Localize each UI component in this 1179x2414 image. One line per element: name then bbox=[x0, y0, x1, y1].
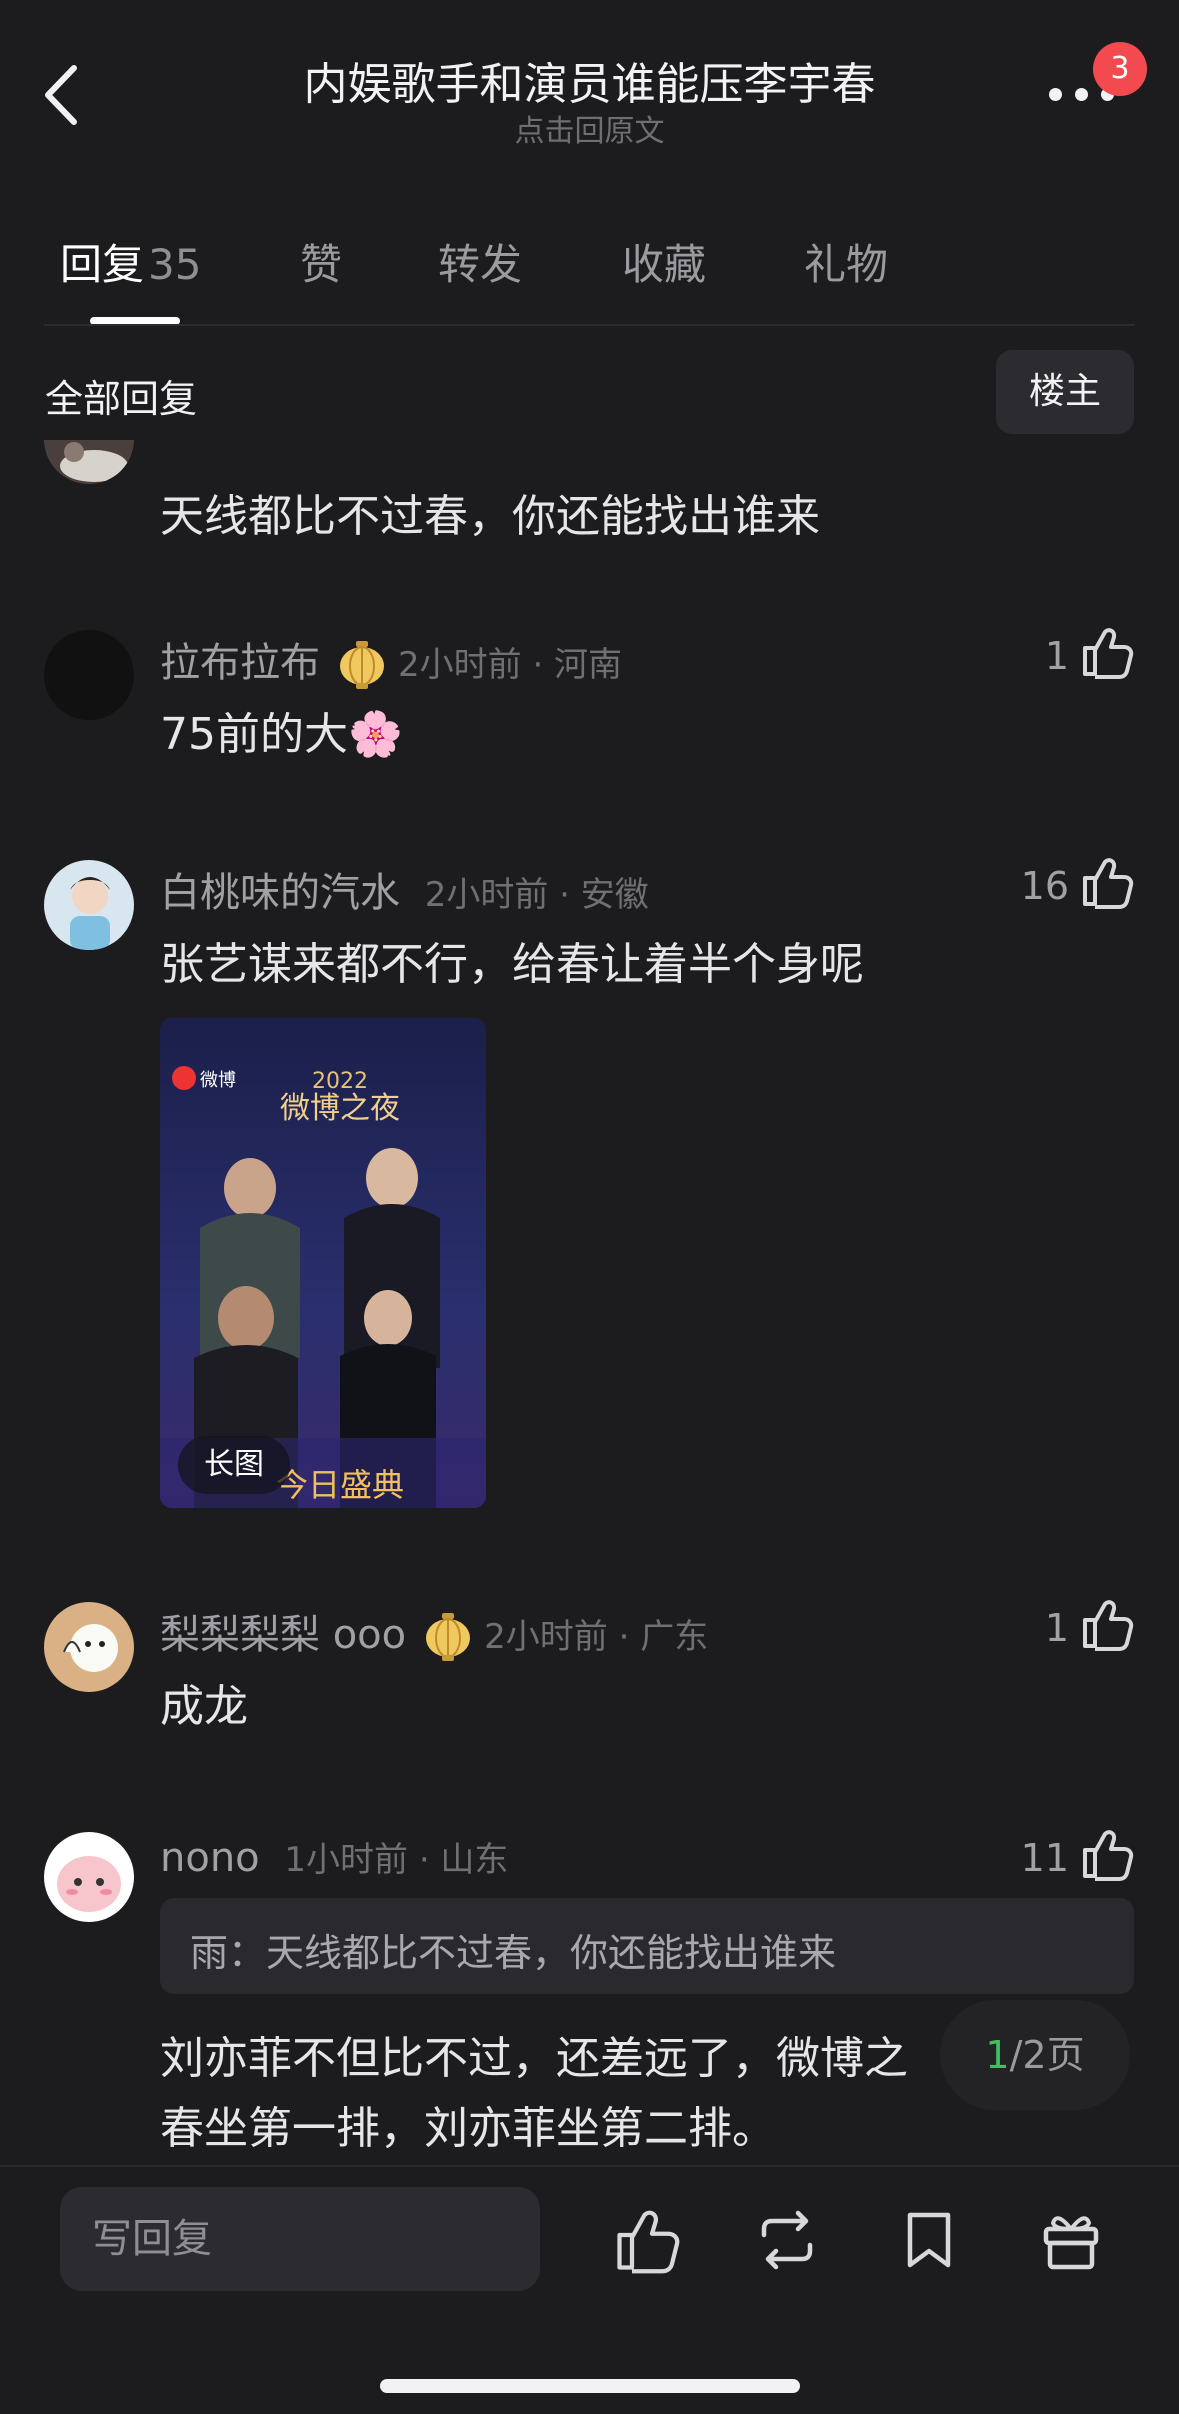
comment-item[interactable]: 梨梨梨梨 ooo 2小时前 · 广东 1 成龙 bbox=[0, 1600, 1179, 1742]
like-button[interactable]: 1 bbox=[935, 1596, 1135, 1656]
top-nav-bar: 内娱歌手和演员谁能压李宇春 点击回原文 3 bbox=[0, 0, 1179, 170]
avatar[interactable] bbox=[44, 1602, 134, 1692]
gift-button[interactable] bbox=[1036, 2205, 1106, 2275]
comment-text: 天线都比不过春，你还能找出谁来 bbox=[160, 491, 820, 542]
back-to-original-link[interactable]: 点击回原文 bbox=[0, 106, 1179, 150]
avatar-image bbox=[44, 860, 134, 950]
gift-icon bbox=[1043, 2216, 1099, 2270]
repost-button[interactable] bbox=[752, 2205, 822, 2275]
comment-meta: 2小时前 · 河南 bbox=[398, 645, 623, 685]
avatar[interactable] bbox=[44, 860, 134, 950]
comment-text: 成龙 bbox=[160, 1681, 248, 1732]
poster-event: 微博之夜 bbox=[280, 1091, 400, 1126]
like-icon bbox=[617, 2210, 680, 2274]
username[interactable]: 白桃味的汽水 bbox=[160, 870, 400, 916]
like-button[interactable]: 1 bbox=[935, 624, 1135, 684]
comment-item[interactable]: 拉布拉布 2小时前 · 河南 1 75前的大🌸 bbox=[0, 628, 1179, 770]
comment-list: 天线都比不过春，你还能找出谁来 拉布拉布 2小时前 · 河南 1 75前的大🌸 bbox=[0, 440, 1179, 2165]
current-page: 1 bbox=[985, 2033, 1010, 2077]
avatar-image bbox=[44, 1832, 134, 1922]
thumbs-up-icon bbox=[1083, 1600, 1134, 1651]
op-only-button[interactable]: 楼主 bbox=[996, 350, 1134, 434]
dot-icon bbox=[1049, 88, 1062, 101]
repost-icon bbox=[761, 2210, 813, 2270]
comment-text-line: 刘亦菲不但比不过，还差远了，微博之 bbox=[160, 2033, 908, 2084]
divider bbox=[44, 324, 1135, 326]
like-count: 16 bbox=[1020, 864, 1069, 908]
thumbs-up-icon bbox=[1083, 1830, 1134, 1881]
poster-brand: 微博 bbox=[200, 1070, 236, 1091]
tab-count: 35 bbox=[148, 240, 202, 289]
avatar-image bbox=[44, 440, 134, 484]
like-post-button[interactable] bbox=[612, 2205, 682, 2275]
total-pages: /2页 bbox=[1009, 2033, 1085, 2077]
tab-bar: 回复35 赞 转发 收藏 礼物 bbox=[0, 225, 1179, 325]
avatar-image bbox=[44, 1602, 134, 1692]
comment-header: 白桃味的汽水 2小时前 · 安徽 bbox=[160, 860, 649, 918]
lantern-medal-icon bbox=[426, 1613, 471, 1661]
username[interactable]: 拉布拉布 bbox=[160, 640, 320, 686]
quoted-reply[interactable]: 雨：天线都比不过春，你还能找出谁来 bbox=[160, 1898, 1134, 1994]
bookmark-button[interactable] bbox=[894, 2205, 964, 2275]
username[interactable]: 梨梨梨梨 ooo bbox=[160, 1612, 406, 1658]
comment-meta: 1小时前 · 山东 bbox=[284, 1840, 509, 1880]
notification-badge: 3 bbox=[1093, 42, 1147, 96]
dot-icon bbox=[1075, 88, 1088, 101]
like-button[interactable]: 11 bbox=[935, 1826, 1135, 1886]
username[interactable]: nono bbox=[160, 1835, 260, 1881]
comment-meta: 2小时前 · 广东 bbox=[484, 1617, 709, 1657]
comment-meta: 2小时前 · 安徽 bbox=[424, 875, 649, 915]
bottom-action-bar: 写回复 bbox=[0, 2165, 1179, 2414]
like-count: 1 bbox=[1044, 634, 1069, 678]
comment-text: 张艺谋来都不行，给春让着半个身呢 bbox=[160, 939, 864, 990]
comment-image[interactable]: 微博 2022 微博之夜 今日盛典 长图 bbox=[160, 1018, 486, 1508]
tab-label: 回复 bbox=[60, 240, 145, 289]
comment-header: 拉布拉布 2小时前 · 河南 bbox=[160, 630, 622, 691]
weibo-night-poster-image: 微博 2022 微博之夜 今日盛典 bbox=[160, 1018, 486, 1508]
avatar[interactable] bbox=[44, 1832, 134, 1922]
tab-reposts[interactable]: 转发 bbox=[438, 231, 522, 292]
bookmark-icon bbox=[907, 2212, 951, 2268]
thumbs-up-icon bbox=[1083, 628, 1134, 679]
tab-favorites[interactable]: 收藏 bbox=[622, 231, 706, 292]
like-count: 1 bbox=[1044, 1606, 1069, 1650]
comment-text-line: 春坐第一排，刘亦菲坐第二排。 bbox=[160, 2103, 776, 2154]
home-indicator bbox=[380, 2379, 800, 2393]
like-button[interactable]: 16 bbox=[935, 854, 1135, 914]
page-indicator[interactable]: 1/2页 bbox=[940, 2000, 1130, 2110]
tab-likes[interactable]: 赞 bbox=[300, 231, 342, 292]
long-image-tag: 长图 bbox=[178, 1436, 290, 1494]
tab-replies[interactable]: 回复35 bbox=[60, 231, 201, 292]
reply-input[interactable]: 写回复 bbox=[60, 2187, 540, 2291]
avatar[interactable] bbox=[44, 630, 134, 720]
avatar[interactable] bbox=[44, 440, 134, 484]
comment-text: 75前的大🌸 bbox=[160, 709, 403, 760]
post-title[interactable]: 内娱歌手和演员谁能压李宇春 bbox=[0, 48, 1179, 112]
comment-item[interactable]: nono 1小时前 · 山东 11 雨：天线都比不过春，你还能找出谁来 刘亦菲不… bbox=[0, 1830, 1179, 2165]
comment-item[interactable]: 天线都比不过春，你还能找出谁来 bbox=[0, 440, 1179, 560]
poster-banner: 今日盛典 bbox=[276, 1466, 404, 1504]
comment-header: nono 1小时前 · 山东 bbox=[160, 1832, 508, 1881]
tab-gifts[interactable]: 礼物 bbox=[804, 231, 888, 292]
lantern-medal-icon bbox=[340, 641, 384, 689]
all-replies-label[interactable]: 全部回复 bbox=[45, 368, 197, 423]
comment-item[interactable]: 白桃味的汽水 2小时前 · 安徽 16 张艺谋来都不行，给春让着半个身呢 微博 … bbox=[0, 858, 1179, 1508]
comment-header: 梨梨梨梨 ooo 2小时前 · 广东 bbox=[160, 1602, 708, 1663]
like-count: 11 bbox=[1020, 1836, 1069, 1880]
thumbs-up-icon bbox=[1083, 858, 1134, 909]
